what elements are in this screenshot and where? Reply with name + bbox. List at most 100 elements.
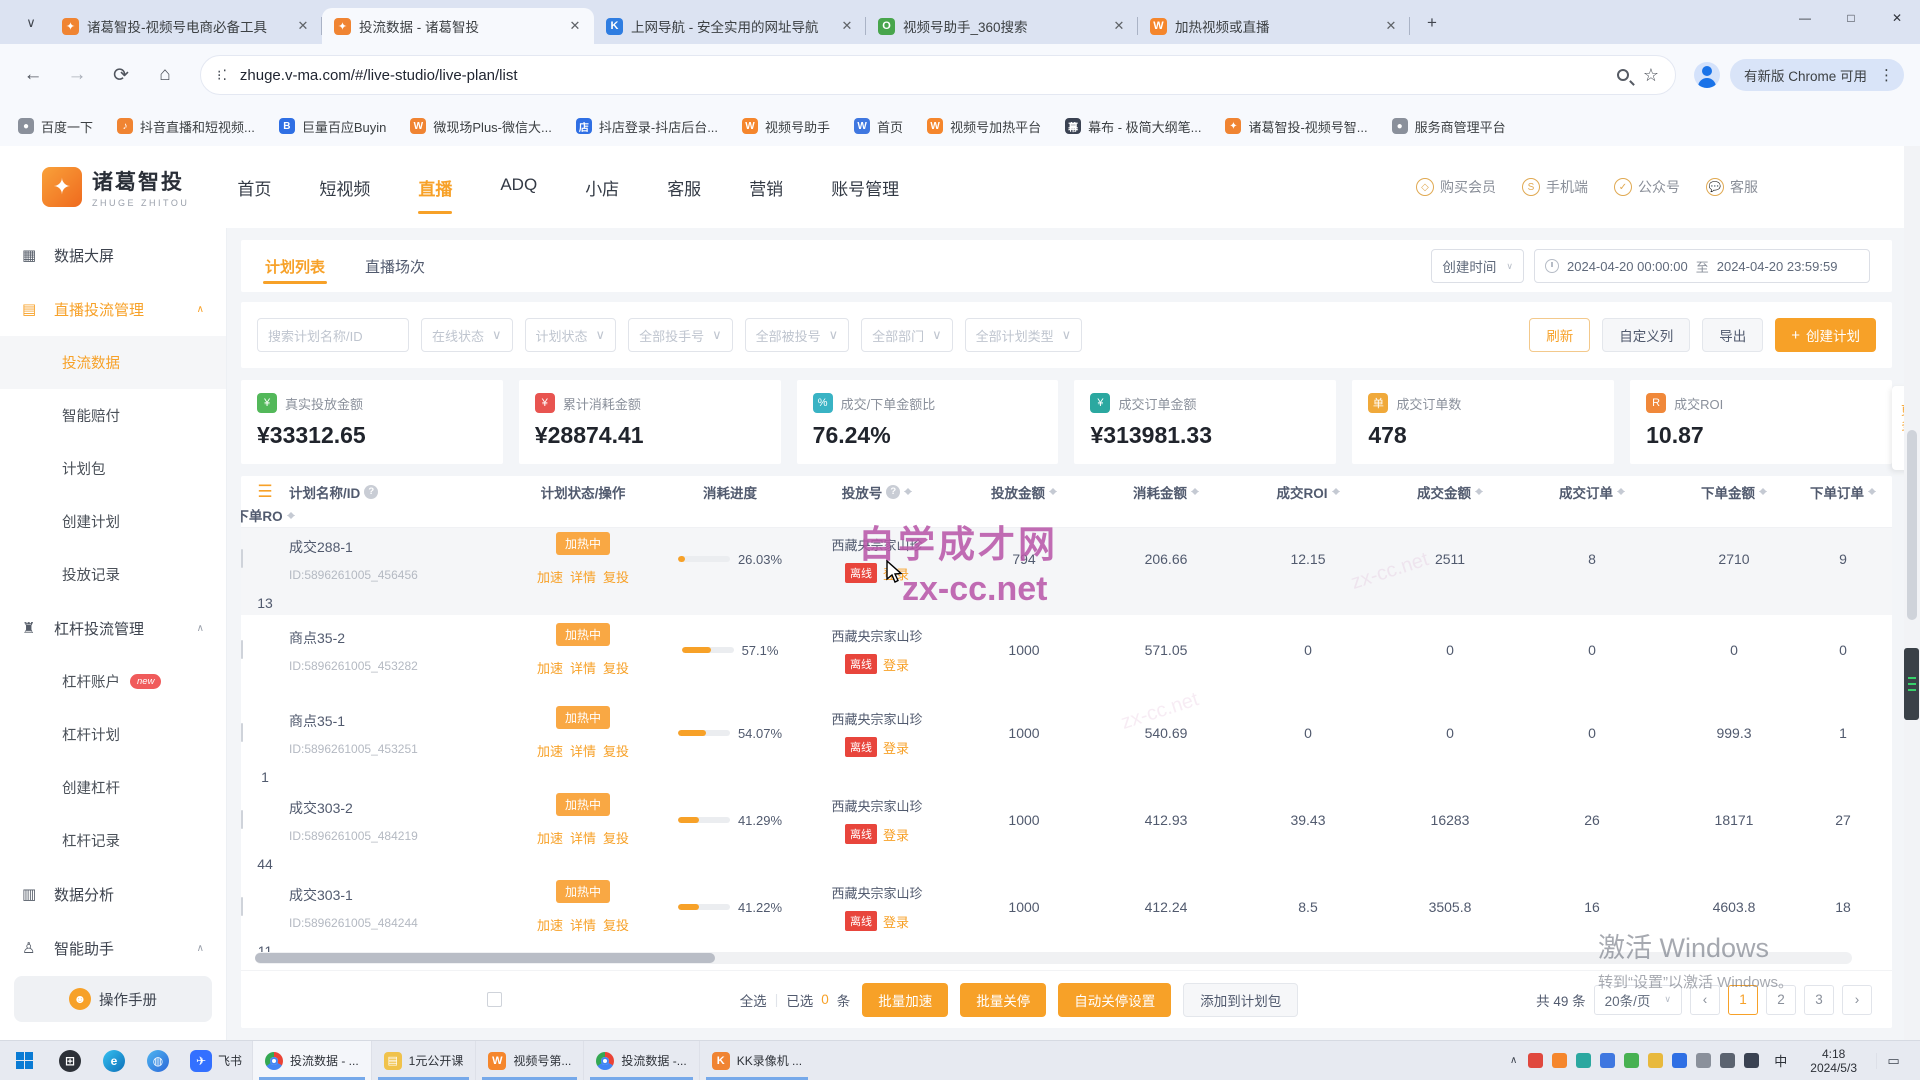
auto-stop-setting-button[interactable]: 自动关停设置	[1058, 983, 1171, 1017]
new-tab-button[interactable]: +	[1418, 9, 1446, 37]
bookmark-item[interactable]: ♪抖音直播和短视频...	[117, 117, 255, 136]
bookmark-item[interactable]: W微现场Plus-微信大...	[410, 117, 551, 136]
table-header-6[interactable]: 消耗金额	[1095, 482, 1237, 502]
page-scrollbar[interactable]	[1904, 146, 1920, 1040]
op-link[interactable]: 加速	[537, 741, 563, 760]
tab-close-icon[interactable]: ✕	[838, 17, 856, 35]
next-page-button[interactable]: ›	[1842, 985, 1872, 1015]
op-link[interactable]: 加速	[537, 658, 563, 677]
nav-item-8[interactable]: 账号管理	[829, 147, 901, 228]
table-row[interactable]: 成交303-1ID:5896261005_484244加热中加速详情复投41.2…	[241, 876, 1892, 963]
taskbar-apps-icon[interactable]: ⊞	[48, 1041, 92, 1080]
sidebar-item-12[interactable]: ▥数据分析	[0, 867, 226, 921]
nav-item-6[interactable]: 客服	[665, 147, 703, 228]
sidebar-item-6[interactable]: 投放记录	[0, 548, 226, 601]
table-header-1[interactable]: 计划名称/ID?	[289, 482, 507, 502]
forward-icon[interactable]: →	[60, 58, 94, 92]
tab-search-icon[interactable]: ∨	[16, 8, 46, 38]
sidebar-item-10[interactable]: 创建杠杆	[0, 761, 226, 814]
sidebar-item-2[interactable]: 投流数据	[0, 336, 226, 389]
page-tab-1[interactable]: 计划列表	[263, 241, 327, 292]
table-header-5[interactable]: 投放金额	[953, 482, 1095, 502]
page-size-select[interactable]: 20条/页 ∨	[1594, 985, 1682, 1015]
page-tab-2[interactable]: 直播场次	[363, 241, 427, 292]
table-header-11[interactable]: 下单订单	[1805, 482, 1881, 502]
browser-tab[interactable]: ✦诸葛智投-视频号电商必备工具✕	[50, 8, 322, 44]
tray-icon-4[interactable]	[1600, 1053, 1615, 1068]
batch-stop-button[interactable]: 批量关停	[960, 983, 1046, 1017]
sidebar-item-5[interactable]: 创建计划	[0, 495, 226, 548]
bookmark-item[interactable]: B巨量百应Buyin	[279, 117, 387, 136]
table-header-7[interactable]: 成交ROI	[1237, 482, 1379, 502]
filter-select-2[interactable]: 计划状态∨	[525, 318, 617, 352]
table-header-4[interactable]: 投放号?	[801, 482, 953, 502]
table-row[interactable]: 成交303-2ID:5896261005_484219加热中加速详情复投41.2…	[241, 789, 1892, 876]
feishu-icon[interactable]: ✈ 飞书	[180, 1041, 252, 1080]
sidebar-item-9[interactable]: 杠杆计划	[0, 708, 226, 761]
browser-tab[interactable]: ✦投流数据 - 诸葛智投✕	[322, 8, 594, 44]
table-header-3[interactable]: 消耗进度	[659, 482, 801, 502]
row-checkbox[interactable]	[241, 549, 243, 568]
op-link[interactable]: 复投	[603, 658, 629, 677]
nav-item-3[interactable]: 直播	[416, 147, 454, 228]
recorder-widget[interactable]	[1904, 648, 1919, 720]
tab-close-icon[interactable]: ✕	[566, 17, 584, 35]
op-link[interactable]: 复投	[603, 915, 629, 934]
taskbar-clock[interactable]: 4:18 2024/5/3	[1802, 1047, 1865, 1075]
tab-close-icon[interactable]: ✕	[294, 17, 312, 35]
table-row[interactable]: 商点35-2ID:5896261005_453282加热中加速详情复投57.1%…	[241, 615, 1892, 702]
tab-close-icon[interactable]: ✕	[1382, 17, 1400, 35]
op-link[interactable]: 详情	[570, 915, 596, 934]
sort-icon[interactable]	[1049, 484, 1057, 499]
taskbar-app-2[interactable]: ▤1元公开课	[371, 1041, 476, 1080]
nav-item-7[interactable]: 营销	[747, 147, 785, 228]
op-link[interactable]: 复投	[603, 741, 629, 760]
select-all-label[interactable]: 全选	[740, 990, 767, 1010]
horizontal-scrollbar-thumb[interactable]	[255, 953, 715, 963]
add-to-package-button[interactable]: 添加到计划包	[1183, 983, 1298, 1017]
tray-icon-2[interactable]	[1552, 1053, 1567, 1068]
back-icon[interactable]: ←	[16, 58, 50, 92]
tray-icon-8[interactable]	[1696, 1053, 1711, 1068]
tray-icon-5[interactable]	[1624, 1053, 1639, 1068]
tab-close-icon[interactable]: ✕	[1110, 17, 1128, 35]
taskbar-app-3[interactable]: W视频号第...	[475, 1041, 583, 1080]
batch-accelerate-button[interactable]: 批量加速	[862, 983, 948, 1017]
header-link[interactable]: ✓公众号	[1614, 177, 1680, 197]
filter-select-6[interactable]: 全部计划类型∨	[965, 318, 1083, 352]
op-link[interactable]: 详情	[570, 658, 596, 677]
row-checkbox[interactable]	[241, 640, 243, 659]
header-link[interactable]: S手机端	[1522, 177, 1588, 197]
browser-globe-icon[interactable]: ◍	[136, 1041, 180, 1080]
op-link[interactable]: 详情	[570, 567, 596, 586]
row-checkbox[interactable]	[241, 897, 243, 916]
bookmark-item[interactable]: 幕幕布 - 极简大纲笔...	[1065, 117, 1201, 136]
select-all-checkbox[interactable]	[487, 992, 502, 1007]
login-link[interactable]: 登录	[883, 655, 909, 674]
table-header-12[interactable]: 下单RO	[241, 505, 289, 525]
tray-icon-6[interactable]	[1648, 1053, 1663, 1068]
sidebar-item-7[interactable]: ♜杠杆投流管理∧	[0, 601, 226, 655]
manual-button[interactable]: ☻操作手册	[14, 976, 212, 1022]
bookmark-item[interactable]: W视频号助手	[742, 117, 830, 136]
sidebar-item-4[interactable]: 计划包	[0, 442, 226, 495]
tray-icon-1[interactable]	[1528, 1053, 1543, 1068]
minimize-button[interactable]: —	[1782, 0, 1828, 36]
login-link[interactable]: 登录	[883, 825, 909, 844]
sort-icon[interactable]	[287, 508, 295, 523]
sidebar-item-1[interactable]: ▤直播投流管理∧	[0, 282, 226, 336]
sort-icon[interactable]	[1617, 484, 1625, 499]
bookmark-item[interactable]: ●服务商管理平台	[1392, 117, 1506, 136]
op-link[interactable]: 加速	[537, 828, 563, 847]
search-plan-input[interactable]: 搜索计划名称/ID	[257, 318, 409, 352]
nav-item-1[interactable]: 首页	[235, 147, 273, 228]
sort-select[interactable]: 创建时间 ∨	[1431, 249, 1524, 283]
home-icon[interactable]: ⌂	[148, 58, 182, 92]
export-button[interactable]: 导出	[1702, 318, 1763, 352]
bookmark-item[interactable]: ✦诸葛智投-视频号智...	[1225, 117, 1367, 136]
op-link[interactable]: 详情	[570, 828, 596, 847]
page-scrollbar-thumb[interactable]	[1907, 430, 1917, 620]
close-button[interactable]: ✕	[1874, 0, 1920, 36]
horizontal-scrollbar[interactable]	[255, 952, 1852, 964]
header-link[interactable]: ◇购买会员	[1416, 177, 1496, 197]
